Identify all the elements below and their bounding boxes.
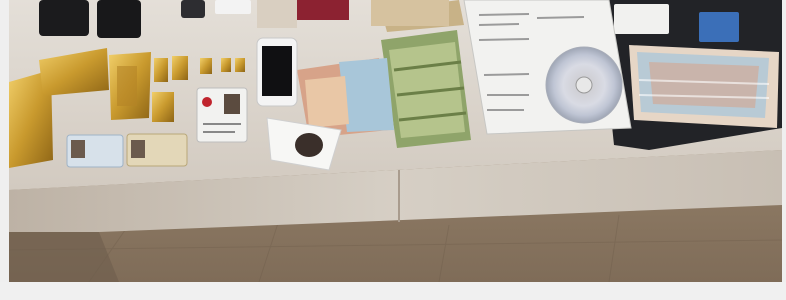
id-card bbox=[196, 87, 248, 143]
document-top-left bbox=[257, 0, 297, 28]
bottom-margin bbox=[0, 282, 786, 300]
passport bbox=[297, 0, 349, 20]
photo-face bbox=[295, 133, 323, 157]
image-frame bbox=[0, 0, 786, 300]
mobile-phone-black-1 bbox=[39, 0, 89, 36]
cd-hole bbox=[575, 76, 593, 94]
driver-license-1 bbox=[66, 134, 124, 168]
white-device bbox=[215, 0, 251, 14]
document-top-center bbox=[371, 0, 449, 26]
driver-license-2 bbox=[126, 133, 188, 167]
banknotes-lira-stack bbox=[629, 45, 779, 128]
photo-canvas bbox=[9, 0, 782, 282]
evidence-photo bbox=[9, 0, 782, 282]
smartphone-screen bbox=[262, 46, 292, 96]
mobile-phone-black-2 bbox=[97, 0, 141, 38]
binder-label-card bbox=[614, 4, 669, 34]
binder-blue-card bbox=[699, 12, 739, 42]
feature-phone bbox=[181, 0, 205, 18]
